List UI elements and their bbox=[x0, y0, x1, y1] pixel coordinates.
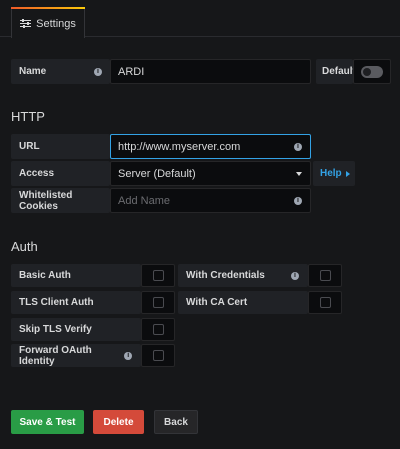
basic-auth-label-cell: Basic Auth bbox=[11, 264, 141, 287]
name-label: Name bbox=[19, 66, 47, 77]
checkbox-box bbox=[152, 324, 164, 335]
url-label: URL bbox=[19, 141, 40, 152]
checkbox-box bbox=[152, 270, 164, 281]
access-label: Access bbox=[19, 168, 55, 179]
chevron-down-icon bbox=[296, 171, 302, 176]
info-icon: i bbox=[291, 271, 299, 280]
with-ca-cert-label: With CA Cert bbox=[186, 297, 248, 308]
access-help-button[interactable]: Help bbox=[313, 161, 355, 186]
toggle-switch bbox=[361, 65, 383, 78]
basic-auth-label: Basic Auth bbox=[19, 270, 71, 281]
save-test-button[interactable]: Save & Test bbox=[11, 410, 84, 434]
http-section-title: HTTP bbox=[11, 109, 45, 124]
save-test-label: Save & Test bbox=[19, 416, 76, 428]
cookies-placeholder: Add Name bbox=[118, 194, 170, 207]
checkbox-box bbox=[152, 350, 164, 361]
name-label-cell: Name i bbox=[11, 59, 110, 84]
name-value: ARDI bbox=[118, 65, 145, 78]
access-value: Server (Default) bbox=[118, 167, 196, 180]
cookies-label-cell: Whitelisted Cookies bbox=[11, 188, 110, 213]
forward-oauth-label: Forward OAuth Identity bbox=[19, 344, 92, 367]
tab-settings[interactable]: Settings bbox=[11, 7, 85, 38]
tls-client-auth-label-cell: TLS Client Auth bbox=[11, 291, 141, 314]
info-icon: i bbox=[294, 142, 302, 151]
checkbox-box bbox=[152, 297, 164, 308]
skip-tls-verify-checkbox[interactable] bbox=[141, 318, 175, 341]
with-credentials-label-cell: With Credentials i bbox=[178, 264, 308, 287]
default-toggle[interactable] bbox=[353, 59, 391, 84]
with-ca-cert-label-cell: With CA Cert bbox=[178, 291, 308, 314]
url-label-cell: URL bbox=[11, 134, 110, 159]
auth-section-title: Auth bbox=[11, 239, 38, 254]
forward-oauth-checkbox[interactable] bbox=[141, 344, 175, 367]
back-button[interactable]: Back bbox=[154, 410, 198, 434]
checkbox-box bbox=[319, 297, 331, 308]
delete-label: Delete bbox=[103, 416, 134, 428]
cookies-label: Whitelisted Cookies bbox=[19, 189, 73, 212]
tls-client-auth-checkbox[interactable] bbox=[141, 291, 175, 314]
info-icon: i bbox=[124, 351, 132, 360]
forward-oauth-label-cell: Forward OAuth Identity i bbox=[11, 344, 141, 367]
cookies-input[interactable]: Add Name i bbox=[110, 188, 311, 213]
default-label: Default bbox=[322, 66, 356, 77]
checkbox-box bbox=[319, 270, 331, 281]
name-input[interactable]: ARDI bbox=[110, 59, 311, 84]
sliders-icon bbox=[20, 19, 32, 28]
tls-client-auth-label: TLS Client Auth bbox=[19, 297, 94, 308]
with-ca-cert-checkbox[interactable] bbox=[308, 291, 342, 314]
url-input[interactable]: http://www.myserver.com i bbox=[110, 134, 311, 159]
back-label: Back bbox=[164, 416, 188, 428]
basic-auth-checkbox[interactable] bbox=[141, 264, 175, 287]
info-icon: i bbox=[94, 67, 102, 76]
info-icon: i bbox=[294, 196, 302, 205]
default-label-cell: Default bbox=[316, 59, 356, 84]
access-select[interactable]: Server (Default) bbox=[110, 161, 311, 186]
with-credentials-checkbox[interactable] bbox=[308, 264, 342, 287]
access-label-cell: Access bbox=[11, 161, 110, 186]
skip-tls-verify-label: Skip TLS Verify bbox=[19, 324, 92, 335]
help-label: Help bbox=[320, 168, 342, 179]
tab-settings-label: Settings bbox=[36, 17, 76, 30]
caret-right-icon bbox=[345, 170, 350, 177]
with-credentials-label: With Credentials bbox=[186, 270, 265, 281]
skip-tls-verify-label-cell: Skip TLS Verify bbox=[11, 318, 141, 341]
delete-button[interactable]: Delete bbox=[93, 410, 144, 434]
url-value: http://www.myserver.com bbox=[118, 140, 241, 153]
